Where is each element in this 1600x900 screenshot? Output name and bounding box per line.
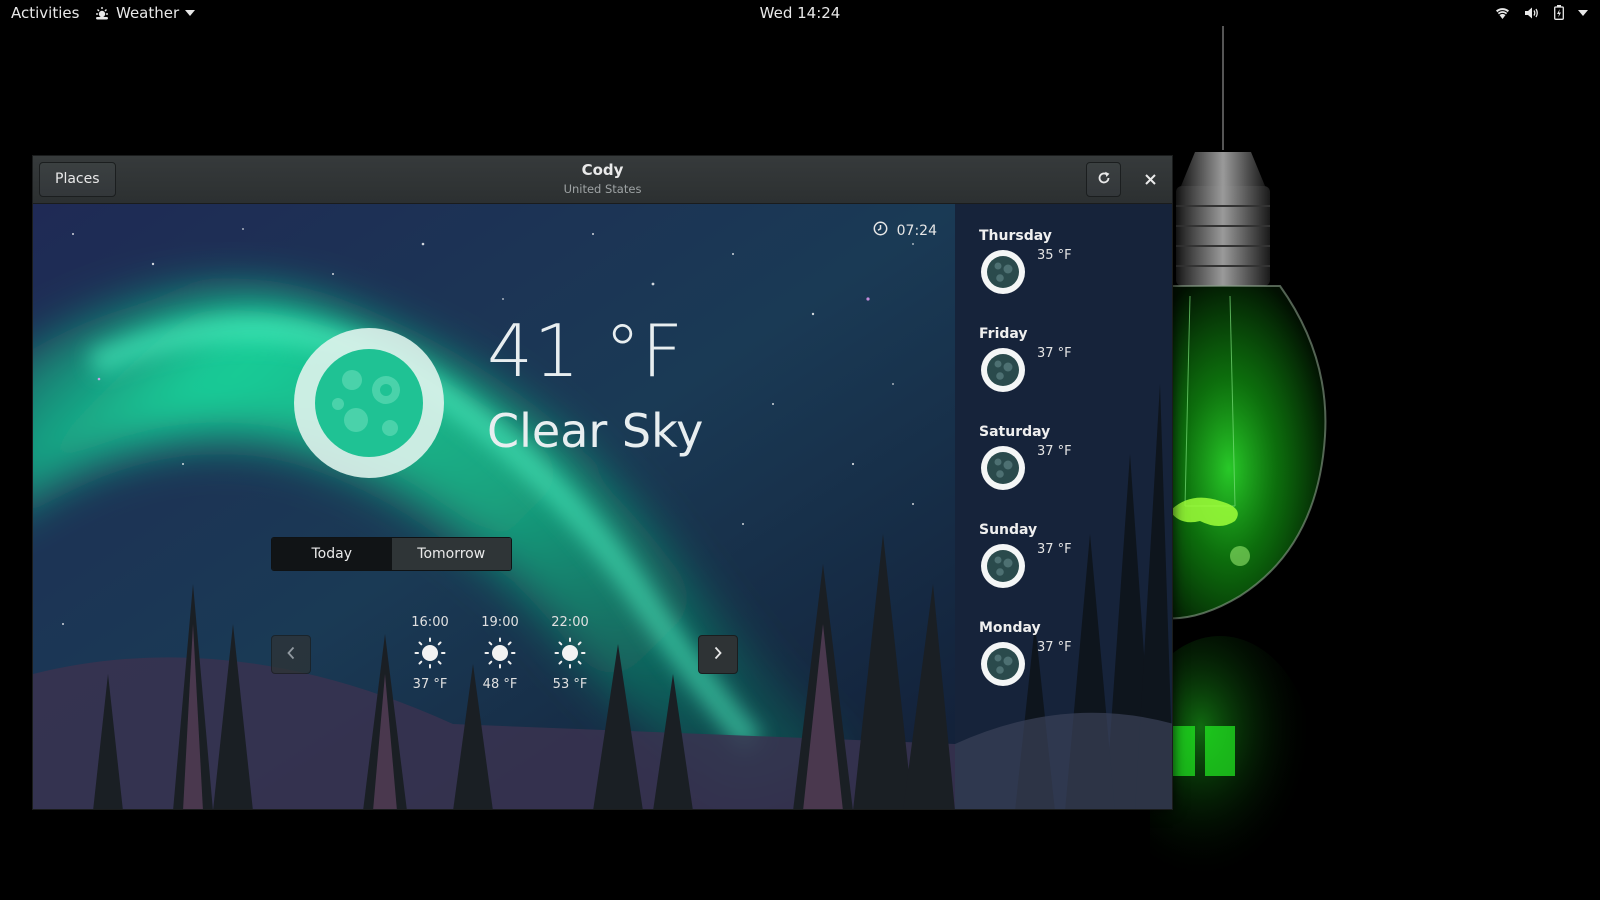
hour-time: 16:00: [411, 615, 449, 630]
weather-window: Places Cody United States 07:24 41 °F Cl…: [32, 155, 1173, 810]
tab-tomorrow[interactable]: Tomorrow: [391, 538, 511, 570]
day-switcher: Today Tomorrow: [271, 537, 512, 571]
hour-time: 22:00: [551, 615, 589, 630]
forecast-day: Monday 37 °F: [979, 620, 1159, 686]
hour-temperature: 53 °F: [552, 677, 588, 692]
last-updated: 07:24: [873, 221, 937, 240]
wifi-icon: [1495, 6, 1510, 20]
moon-icon: [294, 328, 444, 482]
forecast-day-name: Saturday: [979, 424, 1051, 440]
app-menu-label: Weather: [116, 4, 180, 22]
clock-icon: [873, 221, 888, 240]
clock[interactable]: Wed 14:24: [760, 4, 841, 22]
forecast-day: Saturday 37 °F: [979, 424, 1159, 490]
hour-temperature: 37 °F: [412, 677, 448, 692]
forecast-day-name: Monday: [979, 620, 1041, 636]
sun-icon: [484, 637, 516, 673]
forecast-day-name: Friday: [979, 326, 1028, 342]
sun-icon: [414, 637, 446, 673]
forecast-temperature: 37 °F: [1037, 640, 1072, 655]
hourly-forecast: 16:00 37 °F 19:00 48 °F 22:00 53 °F: [405, 615, 595, 692]
weather-app-icon: [94, 5, 110, 21]
chevron-down-icon: [1578, 9, 1588, 16]
forecast-day: Thursday 35 °F: [979, 228, 1159, 294]
current-weather-panel: 07:24 41 °F Clear Sky Today Tomorrow 16:…: [33, 204, 955, 809]
hourly-next-button[interactable]: [698, 635, 738, 674]
forecast-day-name: Sunday: [979, 522, 1038, 538]
hourly-prev-button[interactable]: [271, 635, 311, 674]
last-updated-time: 07:24: [896, 222, 937, 239]
battery-icon: [1554, 5, 1564, 20]
current-condition: Clear Sky: [487, 404, 704, 458]
refresh-icon: [1097, 170, 1111, 189]
moon-icon: [981, 250, 1025, 298]
hour-time: 19:00: [481, 615, 519, 630]
moon-icon: [981, 544, 1025, 592]
forecast-temperature: 37 °F: [1037, 444, 1072, 459]
volume-icon: [1524, 6, 1540, 20]
moon-icon: [981, 348, 1025, 396]
location-title: Cody: [581, 161, 624, 179]
hour-temperature: 48 °F: [482, 677, 518, 692]
forecast-temperature: 37 °F: [1037, 542, 1072, 557]
current-temperature: 41 °F: [487, 309, 684, 393]
location-subtitle: United States: [563, 182, 642, 196]
hourly-item: 22:00 53 °F: [545, 615, 595, 692]
moon-icon: [981, 642, 1025, 690]
moon-icon: [981, 446, 1025, 494]
close-icon: [1145, 170, 1156, 189]
header-bar: Places Cody United States: [33, 156, 1172, 204]
chevron-left-icon: [286, 645, 296, 664]
desktop-wallpaper-bulb: [1125, 26, 1600, 900]
forecast-temperature: 37 °F: [1037, 346, 1072, 361]
forecast-day: Friday 37 °F: [979, 326, 1159, 392]
activities-button[interactable]: Activities: [11, 4, 79, 22]
sun-icon: [554, 637, 586, 673]
forecast-day: Sunday 37 °F: [979, 522, 1159, 588]
forecast-day-name: Thursday: [979, 228, 1052, 244]
hourly-item: 19:00 48 °F: [475, 615, 525, 692]
forecast-sidebar: Thursday 35 °F Friday 37 °F Saturday 37 …: [955, 204, 1172, 809]
chevron-down-icon: [185, 10, 196, 16]
system-status-menu[interactable]: [1495, 5, 1588, 20]
chevron-right-icon: [713, 645, 723, 664]
refresh-button[interactable]: [1086, 162, 1121, 197]
hourly-item: 16:00 37 °F: [405, 615, 455, 692]
app-menu[interactable]: Weather: [94, 4, 196, 22]
tab-today[interactable]: Today: [272, 538, 392, 570]
top-bar: Activities Weather Wed 14:24: [0, 0, 1600, 26]
aurora-background: [33, 204, 955, 809]
close-button[interactable]: [1133, 162, 1168, 197]
forecast-temperature: 35 °F: [1037, 248, 1072, 263]
